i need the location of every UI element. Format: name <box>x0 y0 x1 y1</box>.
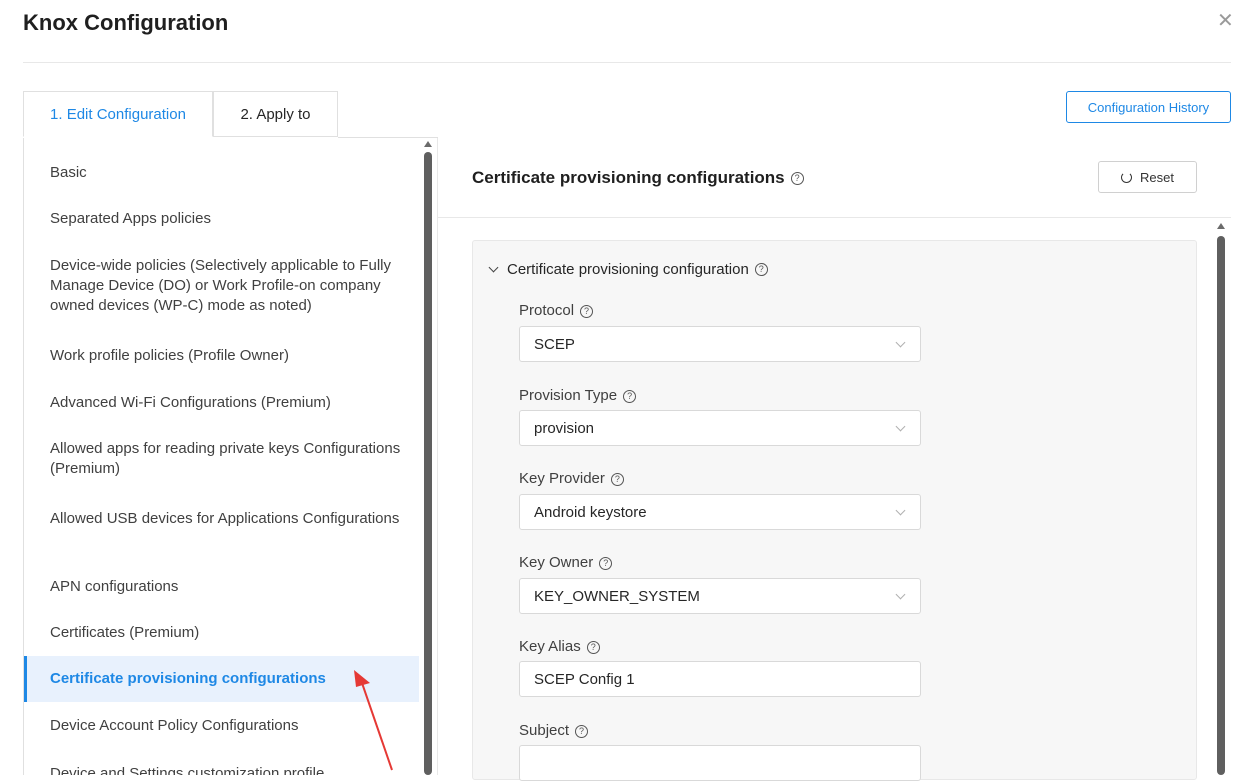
close-icon[interactable]: ✕ <box>1217 8 1234 33</box>
sidebar-item-work-profile-policies[interactable]: Work profile policies (Profile Owner) <box>24 346 419 366</box>
key-owner-value: KEY_OWNER_SYSTEM <box>534 587 700 605</box>
key-owner-label: Key Owner? <box>519 554 613 571</box>
sidebar-item-certificates[interactable]: Certificates (Premium) <box>24 623 419 643</box>
key-provider-label-text: Key Provider <box>519 470 605 487</box>
panel-divider <box>437 138 438 775</box>
sidebar-item-apn-configurations[interactable]: APN configurations <box>24 577 419 597</box>
provision-type-label-text: Provision Type <box>519 387 618 404</box>
chevron-down-icon <box>895 505 906 516</box>
key-provider-label: Key Provider? <box>519 470 624 487</box>
page-title: Knox Configuration <box>23 10 229 35</box>
help-icon[interactable]: ? <box>575 724 589 738</box>
key-provider-select[interactable]: Android keystore <box>519 494 921 530</box>
protocol-value: SCEP <box>534 335 575 353</box>
sidebar-item-allowed-usb-devices[interactable]: Allowed USB devices for Applications Con… <box>24 509 419 529</box>
panel-scrollbar[interactable] <box>1217 236 1225 775</box>
help-icon[interactable]: ? <box>586 640 600 654</box>
panel-title-text: Certificate provisioning configurations <box>472 168 785 187</box>
panel-header-divider <box>438 217 1231 218</box>
help-icon[interactable]: ? <box>580 304 594 318</box>
help-icon[interactable]: ? <box>610 472 624 486</box>
chevron-down-icon <box>895 337 906 348</box>
key-alias-input[interactable]: SCEP Config 1 <box>519 661 921 697</box>
section-toggle[interactable]: Certificate provisioning configuration ? <box>488 261 768 278</box>
sidebar-scroll-up-icon[interactable] <box>424 141 432 147</box>
header-divider <box>23 62 1231 63</box>
protocol-label: Protocol? <box>519 302 594 319</box>
sidebar-item-basic[interactable]: Basic <box>24 163 419 183</box>
configuration-history-button[interactable]: Configuration History <box>1066 91 1231 123</box>
section-title: Certificate provisioning configuration <box>507 261 749 278</box>
key-owner-select[interactable]: KEY_OWNER_SYSTEM <box>519 578 921 614</box>
reset-label: Reset <box>1140 169 1174 185</box>
reset-button[interactable]: Reset <box>1098 161 1197 193</box>
key-owner-label-text: Key Owner <box>519 554 594 571</box>
annotation-arrow-icon <box>354 670 393 771</box>
protocol-select[interactable]: SCEP <box>519 326 921 362</box>
subject-label-text: Subject <box>519 722 570 739</box>
reset-icon <box>1121 171 1133 183</box>
key-alias-label: Key Alias? <box>519 638 600 655</box>
tab-apply-to[interactable]: 2. Apply to <box>213 91 338 137</box>
key-alias-label-text: Key Alias <box>519 638 581 655</box>
sidebar-item-device-wide-policies[interactable]: Device-wide policies (Selectively applic… <box>24 256 419 316</box>
sidebar-scrollbar[interactable] <box>424 152 432 775</box>
chevron-down-icon <box>895 589 906 600</box>
sidebar-item-advanced-wifi[interactable]: Advanced Wi-Fi Configurations (Premium) <box>24 393 419 413</box>
chevron-down-icon <box>488 262 499 273</box>
tab-edit-configuration[interactable]: 1. Edit Configuration <box>23 91 213 137</box>
sidebar-item-allowed-apps-private-keys[interactable]: Allowed apps for reading private keys Co… <box>24 439 419 479</box>
key-provider-value: Android keystore <box>534 503 647 521</box>
sidebar-item-separated-apps[interactable]: Separated Apps policies <box>24 209 419 229</box>
tab-bar: 1. Edit Configuration 2. Apply to <box>23 91 338 138</box>
chevron-down-icon <box>895 421 906 432</box>
provision-type-value: provision <box>534 419 595 437</box>
provision-type-label: Provision Type? <box>519 387 637 404</box>
help-icon[interactable]: ? <box>599 556 613 570</box>
subject-input[interactable] <box>519 745 921 781</box>
help-icon[interactable]: ? <box>623 389 637 403</box>
panel-title: Certificate provisioning configurations? <box>472 168 804 188</box>
help-icon[interactable]: ? <box>790 172 804 186</box>
key-alias-value: SCEP Config 1 <box>534 670 635 688</box>
protocol-label-text: Protocol <box>519 302 575 319</box>
subject-label: Subject? <box>519 722 589 739</box>
provision-type-select[interactable]: provision <box>519 410 921 446</box>
help-icon[interactable]: ? <box>754 263 768 276</box>
panel-scroll-up-icon[interactable] <box>1217 223 1225 229</box>
